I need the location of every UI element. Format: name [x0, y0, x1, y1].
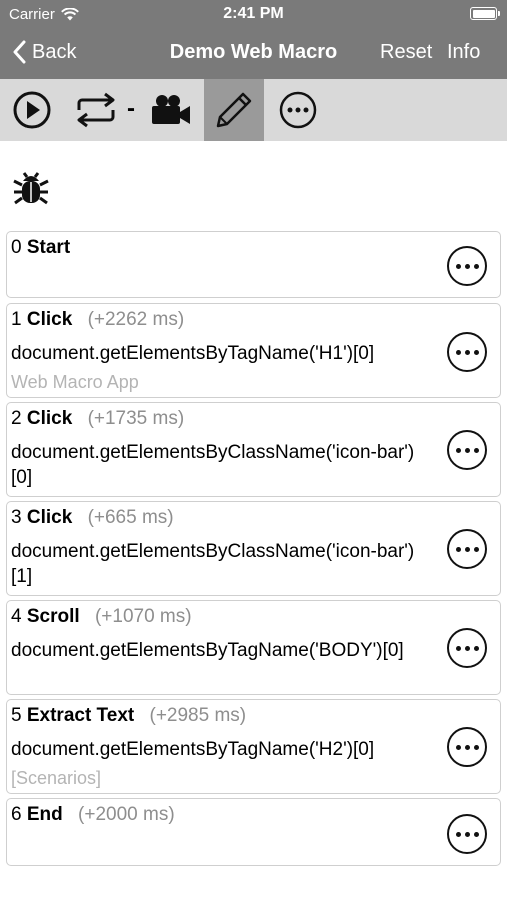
step-more-button[interactable]	[447, 814, 487, 854]
dot	[464, 447, 470, 453]
step-index: 6	[11, 804, 22, 825]
dot	[464, 263, 470, 269]
step-header: 4 Scroll (+1070 ms)	[11, 606, 192, 628]
step-note: [Scenarios]	[11, 768, 102, 788]
dot	[455, 447, 461, 453]
dot	[473, 831, 479, 837]
dot	[455, 546, 461, 552]
step-index: 4	[11, 606, 22, 627]
step-action: Click	[26, 408, 73, 429]
step-card-4[interactable]: 4 Scroll (+1070 ms) document.getElements…	[6, 600, 501, 695]
toolbar-separator: -	[127, 95, 135, 122]
step-header: 0 Start	[11, 237, 70, 259]
macro-toolbar: -	[0, 79, 507, 141]
dot	[473, 645, 479, 651]
dot	[473, 349, 479, 355]
step-index: 2	[11, 408, 22, 429]
step-card-5[interactable]: 5 Extract Text (+2985 ms) document.getEl…	[6, 699, 501, 794]
dot	[464, 546, 470, 552]
status-time: 2:41 PM	[223, 5, 284, 22]
dot	[473, 263, 479, 269]
step-target: document.getElementsByTagName('BODY')[0]	[11, 640, 404, 661]
battery-level	[472, 9, 495, 18]
reset-button[interactable]: Reset	[380, 41, 432, 64]
step-delay: (+1070 ms)	[94, 606, 192, 627]
step-action: Click	[26, 309, 73, 330]
step-target: document.getElementsByTagName('H1')[0]	[11, 343, 375, 364]
status-bar: Carrier 2:41 PM	[0, 0, 507, 30]
step-index: 5	[11, 705, 22, 726]
dot	[455, 263, 461, 269]
step-delay: (+2000 ms)	[78, 804, 175, 825]
dot	[473, 447, 479, 453]
step-card-6[interactable]: 6 End (+2000 ms)	[6, 798, 501, 866]
info-button[interactable]: Info	[447, 41, 480, 64]
dot	[473, 744, 479, 750]
repeat-icon	[77, 92, 115, 128]
step-card-2[interactable]: 2 Click (+1735 ms) document.getElementsB…	[6, 402, 501, 497]
step-more-button[interactable]	[447, 727, 487, 767]
back-button[interactable]: Back	[12, 40, 76, 64]
toolbar-more-button[interactable]	[274, 79, 322, 141]
step-delay: (+2262 ms)	[87, 309, 185, 330]
dot	[464, 349, 470, 355]
edit-button[interactable]	[204, 79, 264, 141]
step-more-button[interactable]	[447, 246, 487, 286]
step-index: 3	[11, 507, 22, 528]
more-icon	[279, 91, 317, 129]
dot	[464, 831, 470, 837]
video-camera-icon	[152, 95, 190, 124]
step-note: Web Macro App	[11, 372, 139, 392]
step-target: document.getElementsByClassName('icon-ba…	[11, 442, 415, 488]
step-index: 0	[11, 237, 22, 258]
play-button[interactable]	[8, 79, 56, 141]
step-delay: (+1735 ms)	[87, 408, 185, 429]
step-more-button[interactable]	[447, 628, 487, 668]
step-action: Start	[26, 237, 71, 258]
step-delay: (+2985 ms)	[149, 705, 247, 726]
step-action: End	[26, 804, 63, 825]
battery-icon	[470, 7, 500, 20]
record-button[interactable]	[146, 79, 196, 141]
dot	[455, 645, 461, 651]
step-delay: (+665 ms)	[87, 507, 174, 528]
chevron-left-icon	[13, 40, 26, 64]
step-action: Extract Text	[26, 705, 135, 726]
step-target: document.getElementsByTagName('H2')[0]	[11, 739, 375, 760]
dot	[455, 831, 461, 837]
play-icon	[13, 91, 51, 129]
step-target: document.getElementsByClassName('icon-ba…	[11, 541, 415, 587]
step-header: 6 End (+2000 ms)	[11, 804, 175, 826]
dot	[455, 744, 461, 750]
step-header: 3 Click (+665 ms)	[11, 507, 174, 529]
step-action: Scroll	[26, 606, 80, 627]
step-more-button[interactable]	[447, 430, 487, 470]
step-more-button[interactable]	[447, 529, 487, 569]
step-card-0[interactable]: 0 Start	[6, 231, 501, 298]
step-header: 5 Extract Text (+2985 ms)	[11, 705, 246, 727]
step-card-1[interactable]: 1 Click (+2262 ms) document.getElementsB…	[6, 303, 501, 398]
dot	[455, 349, 461, 355]
pencil-icon	[216, 92, 252, 128]
repeat-button[interactable]	[70, 79, 122, 141]
step-card-3[interactable]: 3 Click (+665 ms) document.getElementsBy…	[6, 501, 501, 596]
step-header: 1 Click (+2262 ms)	[11, 309, 184, 331]
dot	[464, 645, 470, 651]
step-header: 2 Click (+1735 ms)	[11, 408, 184, 430]
back-label: Back	[32, 40, 77, 63]
step-index: 1	[11, 309, 22, 330]
step-more-button[interactable]	[447, 332, 487, 372]
debug-button[interactable]	[12, 167, 50, 212]
dot	[464, 744, 470, 750]
step-action: Click	[26, 507, 73, 528]
bug-icon	[13, 172, 49, 205]
navigation-bar: Back Demo Web Macro Reset Info	[0, 30, 507, 79]
dot	[473, 546, 479, 552]
